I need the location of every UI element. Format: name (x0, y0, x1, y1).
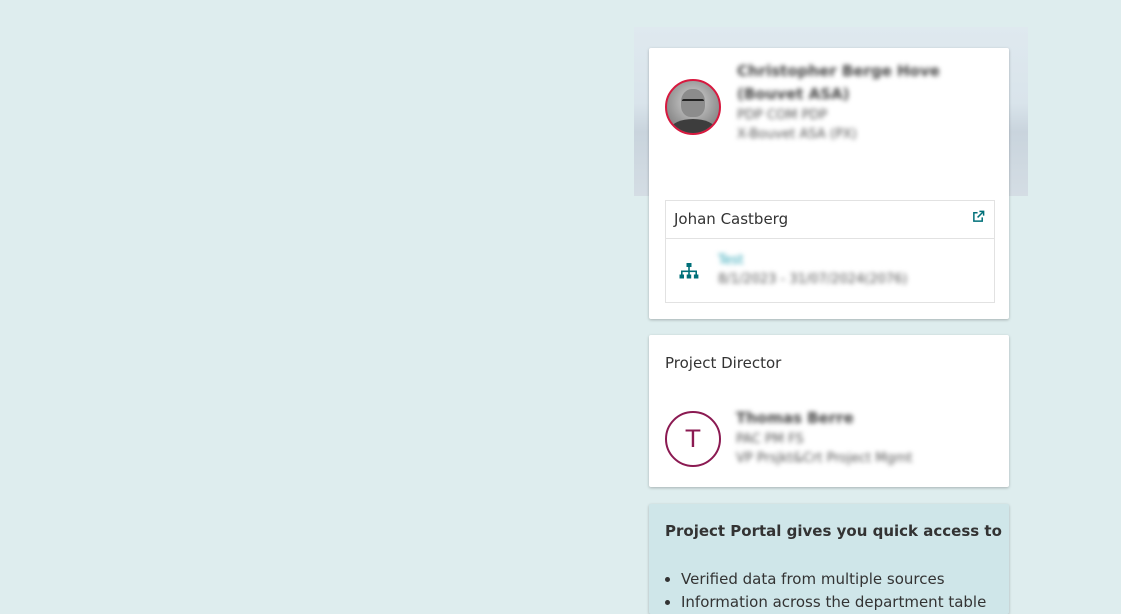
director-avatar: T (665, 411, 721, 467)
info-title: Project Portal gives you quick access to (665, 522, 1002, 540)
director-card: Project Director T Thomas Berre PAC PM F… (649, 335, 1009, 487)
project-name[interactable]: Johan Castberg (674, 210, 788, 228)
director-section-title: Project Director (665, 354, 782, 372)
profile-info: Christopher Berge Hove (Bouvet ASA) PDP … (737, 60, 987, 144)
profile-card: Christopher Berge Hove (Bouvet ASA) PDP … (649, 48, 1009, 319)
profile-company: X-Bouvet ASA (PX) (737, 127, 857, 142)
org-dates: 8/1/2023 - 31/07/2024(2076) (718, 272, 908, 287)
project-box: Johan Castberg Test 8/1/2023 - 31/07/202 (665, 200, 995, 303)
user-avatar (665, 79, 721, 135)
info-list: Verified data from multiple sources Info… (665, 568, 986, 614)
profile-name: Christopher Berge Hove (Bouvet ASA) (737, 62, 940, 103)
director-department: PAC PM FS (736, 432, 804, 447)
info-card: Project Portal gives you quick access to… (649, 504, 1009, 614)
org-info: Test 8/1/2023 - 31/07/2024(2076) (718, 251, 968, 289)
project-row[interactable]: Johan Castberg (666, 201, 994, 239)
director-role: VP Prsjkt&Crt Project Mgmt (736, 451, 913, 466)
external-link-icon[interactable] (972, 210, 985, 223)
profile-department: PDP COM PDP (737, 108, 828, 123)
org-chart-icon (679, 263, 699, 279)
org-label[interactable]: Test (718, 251, 968, 270)
org-row[interactable]: Test 8/1/2023 - 31/07/2024(2076) (666, 239, 994, 302)
director-info: Thomas Berre PAC PM FS VP Prsjkt&Crt Pro… (736, 407, 986, 468)
info-list-item: Information across the department table (681, 591, 986, 614)
director-name: Thomas Berre (736, 409, 854, 427)
info-list-item: Verified data from multiple sources (681, 568, 986, 591)
